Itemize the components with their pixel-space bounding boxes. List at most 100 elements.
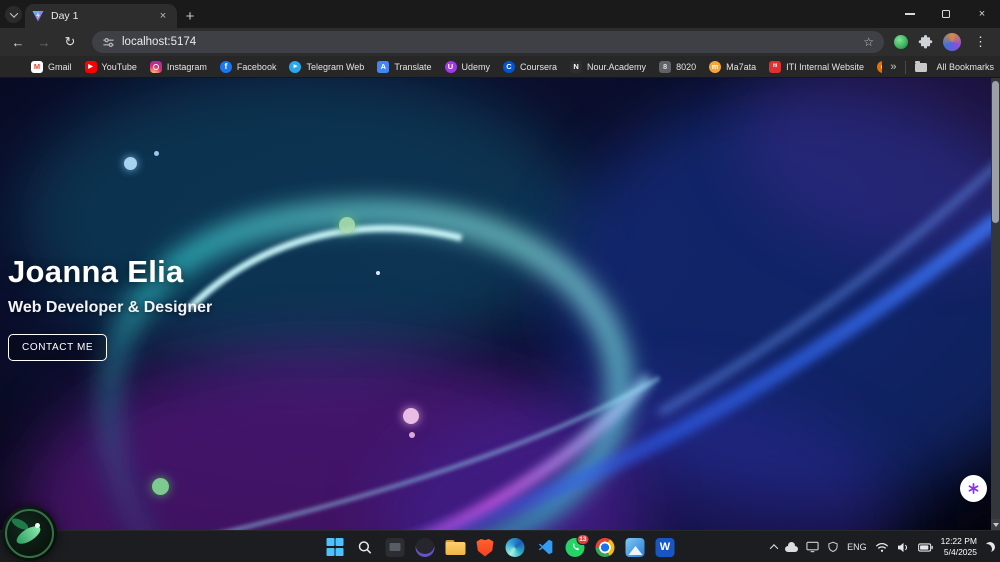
- bookmark-iti-internal[interactable]: iti ITI Internal Website: [769, 61, 864, 73]
- bookmark-facebook[interactable]: f Facebook: [220, 61, 277, 73]
- camera-ring-icon: [153, 64, 159, 70]
- decor-dot: [376, 271, 380, 275]
- taskbar-pinned-app-1[interactable]: [383, 535, 408, 560]
- bookmark-8020[interactable]: 8 8020: [659, 61, 696, 73]
- start-button[interactable]: [323, 535, 348, 560]
- security-tray-button[interactable]: [827, 541, 839, 553]
- whatsapp-icon: 13: [566, 538, 585, 557]
- word-button[interactable]: W: [653, 535, 678, 560]
- hero-subtitle: Web Developer & Designer: [8, 299, 212, 317]
- bookmark-udemy[interactable]: U Udemy: [445, 61, 491, 73]
- site-info-icon[interactable]: [102, 36, 115, 49]
- chevron-down-icon: [9, 9, 17, 17]
- chat-widget-button[interactable]: [960, 475, 987, 502]
- bookmarks-overflow-button[interactable]: »: [890, 61, 896, 73]
- extensions-puzzle-icon[interactable]: [918, 35, 933, 50]
- contact-me-button[interactable]: CONTACT ME: [8, 334, 107, 361]
- watermark-logo: [2, 506, 57, 561]
- scrollbar-thumb[interactable]: [992, 81, 999, 223]
- bookmark-gmail[interactable]: M Gmail: [31, 61, 72, 73]
- windows-logo-icon: [326, 538, 344, 556]
- logo-dot: [35, 523, 40, 528]
- bookmark-label: YouTube: [102, 62, 137, 72]
- browser-toolbar: ← → ↻ localhost:5174 ☆ ⋮: [0, 28, 1000, 56]
- address-bar[interactable]: localhost:5174 ☆: [92, 31, 884, 53]
- hero-title: Joanna Elia: [8, 254, 212, 290]
- decor-dot: [409, 432, 415, 438]
- tab-close-icon[interactable]: ×: [156, 9, 170, 23]
- new-tab-button[interactable]: +: [177, 4, 203, 28]
- bookmark-nour-academy[interactable]: N Nour.Academy: [570, 61, 646, 73]
- file-explorer-button[interactable]: [443, 535, 468, 560]
- minimize-button[interactable]: [892, 0, 928, 28]
- bookmark-star-icon[interactable]: ☆: [863, 35, 874, 49]
- profile-avatar[interactable]: [943, 33, 961, 51]
- onedrive-button[interactable]: [785, 543, 798, 552]
- photos-icon: [626, 538, 645, 557]
- bookmark-label: Coursera: [520, 62, 557, 72]
- vscode-button[interactable]: [533, 535, 558, 560]
- bookmark-label: Instagram: [167, 62, 207, 72]
- vite-favicon: [32, 10, 44, 22]
- browser-menu-icon[interactable]: ⋮: [971, 34, 990, 50]
- bookmark-label: Udemy: [462, 62, 491, 72]
- maximize-button[interactable]: [928, 0, 964, 28]
- hero-section: Joanna Elia Web Developer & Designer CON…: [8, 254, 212, 361]
- reload-button[interactable]: ↻: [58, 30, 82, 54]
- display-tray-button[interactable]: [806, 541, 819, 553]
- shield-icon: [827, 541, 839, 553]
- bookmark-instagram[interactable]: Instagram: [150, 61, 207, 73]
- bookmark-ma7ata[interactable]: m Ma7ata: [709, 61, 756, 73]
- photos-button[interactable]: [623, 535, 648, 560]
- edge-button[interactable]: [503, 535, 528, 560]
- volume-button[interactable]: [897, 542, 910, 553]
- bookmark-label: Translate: [394, 62, 431, 72]
- favicon-glyph: 8: [663, 63, 667, 71]
- decor-dot: [154, 151, 159, 156]
- all-bookmarks-button[interactable]: All Bookmarks: [936, 62, 994, 72]
- decor-dot: [124, 157, 137, 170]
- browser-tab[interactable]: Day 1 ×: [25, 4, 177, 28]
- favicon-glyph: U: [448, 63, 453, 71]
- page-scrollbar[interactable]: [991, 78, 1000, 530]
- folder-icon: [445, 540, 465, 555]
- tray-date: 5/4/2025: [941, 547, 977, 558]
- brave-button[interactable]: [473, 535, 498, 560]
- chrome-icon: [596, 538, 615, 557]
- search-button[interactable]: [353, 535, 378, 560]
- clock-button[interactable]: 12:22 PM 5/4/2025: [941, 536, 977, 557]
- dark-round-app-icon: [416, 538, 435, 557]
- all-bookmarks-folder-icon: [915, 63, 927, 72]
- forward-button[interactable]: →: [32, 30, 56, 54]
- bookmark-label: Facebook: [237, 62, 277, 72]
- extensions-cluster: ⋮: [894, 33, 990, 51]
- whatsapp-button[interactable]: 13: [563, 535, 588, 560]
- bookmark-coursera[interactable]: C Coursera: [503, 61, 557, 73]
- browser-window: Day 1 × + × ← → ↻ localhost:5174 ☆: [0, 0, 1000, 562]
- adblock-extension-icon[interactable]: [894, 35, 908, 49]
- bookmarks-bar: M Gmail ▶ YouTube Instagram f Facebook ▸…: [0, 56, 1000, 78]
- close-button[interactable]: ×: [964, 0, 1000, 28]
- notification-center-button[interactable]: [985, 542, 995, 552]
- favicon-glyph: f: [225, 62, 228, 71]
- tab-search-button[interactable]: [5, 6, 22, 23]
- bookmark-translate[interactable]: A Translate: [377, 61, 431, 73]
- bookmark-telegram[interactable]: ▸ Telegram Web: [289, 61, 364, 73]
- back-button[interactable]: ←: [6, 30, 30, 54]
- battery-button[interactable]: [918, 543, 933, 552]
- language-button[interactable]: ENG: [847, 542, 867, 552]
- coursera-favicon: C: [503, 61, 515, 73]
- wifi-button[interactable]: [875, 542, 889, 553]
- gmail-favicon: M: [31, 61, 43, 73]
- chrome-button[interactable]: [593, 535, 618, 560]
- bookmark-youtube[interactable]: ▶ YouTube: [85, 61, 137, 73]
- favicon-glyph: ▶: [88, 64, 93, 70]
- whatsapp-badge: 13: [576, 534, 589, 545]
- taskbar-pinned-app-2[interactable]: [413, 535, 438, 560]
- scrollbar-down-arrow[interactable]: [991, 519, 1000, 530]
- decor-dot: [403, 408, 419, 424]
- monitor-icon: [806, 541, 819, 553]
- tray-overflow-button[interactable]: [771, 544, 777, 550]
- iti-favicon: iti: [769, 61, 781, 73]
- minimize-icon: [905, 13, 915, 14]
